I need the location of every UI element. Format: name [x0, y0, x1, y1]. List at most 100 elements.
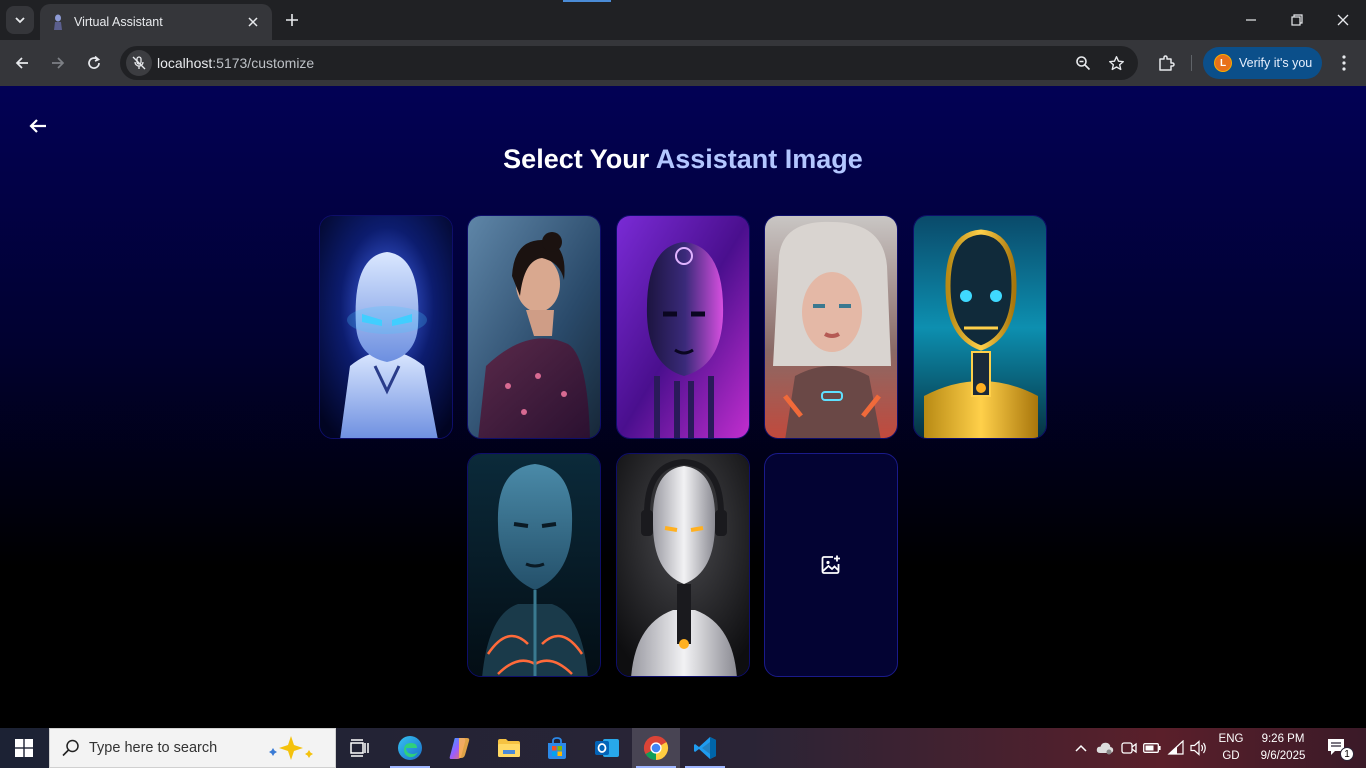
store-app-button[interactable]	[533, 728, 581, 768]
woman-portrait-image	[468, 216, 600, 438]
minimize-icon	[1246, 19, 1256, 21]
task-view-icon	[350, 739, 369, 757]
browser-menu-button[interactable]	[1332, 51, 1356, 75]
notification-badge: 1	[1340, 747, 1354, 761]
restore-icon	[1291, 14, 1303, 26]
customize-page: Select Your Assistant Image	[0, 86, 1366, 728]
bookmark-button[interactable]	[1106, 53, 1126, 73]
reload-icon	[88, 55, 101, 69]
notifications-button[interactable]: 1	[1318, 728, 1358, 768]
camera-icon	[1121, 742, 1137, 754]
network-tray-button[interactable]	[1165, 728, 1187, 768]
new-tab-button[interactable]	[280, 8, 304, 32]
close-window-button[interactable]	[1320, 0, 1366, 40]
onedrive-tray-button[interactable]	[1094, 728, 1116, 768]
back-nav-button[interactable]	[8, 49, 36, 77]
folder-icon	[498, 739, 520, 757]
browser-tab[interactable]: Virtual Assistant	[40, 4, 272, 40]
outlook-app-button[interactable]	[583, 728, 631, 768]
restore-button[interactable]	[1274, 0, 1320, 40]
search-placeholder: Type here to search	[89, 740, 218, 756]
url-host: localhost	[157, 55, 213, 71]
assistant-image-card-7[interactable]	[616, 453, 750, 677]
upload-image-card[interactable]	[764, 453, 898, 677]
arrow-left-icon	[15, 57, 28, 69]
site-permissions-button[interactable]	[126, 50, 152, 76]
outlook-icon	[595, 739, 619, 757]
speaker-icon	[1190, 740, 1206, 756]
assistant-image-card-4[interactable]	[764, 215, 898, 439]
tab-strip-accent	[563, 0, 611, 2]
close-icon	[1337, 14, 1349, 26]
extensions-button[interactable]	[1154, 51, 1178, 75]
store-icon	[548, 737, 566, 759]
minimize-button[interactable]	[1228, 0, 1274, 40]
white-android-image	[617, 454, 749, 676]
reload-button[interactable]	[80, 49, 108, 77]
arrow-left-icon	[29, 119, 46, 133]
plus-icon	[286, 14, 298, 26]
language-indicator[interactable]: ENG GD	[1212, 728, 1250, 768]
clock[interactable]: 9:26 PM 9/6/2025	[1253, 728, 1313, 768]
back-button[interactable]	[26, 114, 50, 138]
assistant-image-card-1[interactable]	[319, 215, 453, 439]
url-text: localhost:5173/customize	[157, 55, 314, 71]
assistant-image-card-2[interactable]	[467, 215, 601, 439]
clock-time: 9:26 PM	[1261, 733, 1305, 745]
edge-icon	[398, 736, 422, 760]
chevron-down-icon	[15, 17, 25, 24]
language-bottom: GD	[1222, 750, 1240, 762]
start-button[interactable]	[0, 728, 48, 768]
windows-logo-icon	[15, 739, 33, 757]
url-path: :5173/customize	[212, 55, 315, 71]
sparkle-icon	[269, 736, 313, 760]
show-hidden-icons-button[interactable]	[1070, 728, 1092, 768]
copilot-app-button[interactable]	[436, 728, 484, 768]
mic-muted-icon	[132, 56, 146, 70]
address-bar[interactable]: localhost:5173/customize	[120, 46, 1138, 80]
forward-nav-button[interactable]	[44, 49, 72, 77]
star-icon	[1108, 55, 1124, 70]
volume-tray-button[interactable]	[1188, 728, 1210, 768]
vscode-app-button[interactable]	[681, 728, 729, 768]
cloud-icon	[1096, 742, 1114, 755]
file-explorer-app-button[interactable]	[485, 728, 533, 768]
image-add-icon	[821, 555, 840, 574]
copilot-icon	[449, 738, 470, 759]
zoom-button[interactable]	[1073, 53, 1093, 73]
favicon-icon	[50, 14, 66, 30]
more-vertical-icon	[1342, 55, 1346, 71]
taskbar-search-input[interactable]: Type here to search	[49, 728, 336, 768]
battery-tray-button[interactable]	[1141, 728, 1163, 768]
chrome-app-button[interactable]	[632, 728, 680, 768]
arrow-right-icon	[52, 57, 65, 69]
assistant-image-card-3[interactable]	[616, 215, 750, 439]
assistant-image-card-5[interactable]	[913, 215, 1047, 439]
windows-taskbar: Type here to search ENG GD 9:26 PM 9/6/2…	[0, 728, 1366, 768]
tab-title: Virtual Assistant	[74, 15, 163, 29]
clock-date: 9/6/2025	[1260, 750, 1306, 762]
title-accent: Assistant Image	[655, 144, 863, 174]
battery-icon	[1143, 743, 1161, 753]
search-icon	[62, 739, 79, 757]
blue-robot-image	[320, 216, 452, 438]
language-top: ENG	[1218, 733, 1244, 745]
vscode-icon	[694, 737, 716, 759]
verify-profile-button[interactable]: L Verify it's you	[1203, 47, 1322, 79]
edge-app-button[interactable]	[386, 728, 434, 768]
tab-close-icon[interactable]	[244, 13, 262, 31]
verify-label: Verify it's you	[1239, 56, 1313, 70]
blue-cyborg-woman-image	[468, 454, 600, 676]
assistant-image-card-6[interactable]	[467, 453, 601, 677]
page-title: Select Your Assistant Image	[0, 144, 1366, 175]
chrome-icon	[643, 736, 669, 760]
gold-robot-image	[914, 216, 1046, 438]
puzzle-icon	[1159, 55, 1175, 71]
meet-now-tray-button[interactable]	[1118, 728, 1140, 768]
task-view-button[interactable]	[336, 728, 384, 768]
purple-cyborg-image	[617, 216, 749, 438]
tab-search-button[interactable]	[6, 6, 34, 34]
toolbar-divider	[1191, 55, 1192, 71]
browser-tabbar: Virtual Assistant	[0, 0, 1366, 40]
wifi-icon	[1167, 740, 1184, 755]
